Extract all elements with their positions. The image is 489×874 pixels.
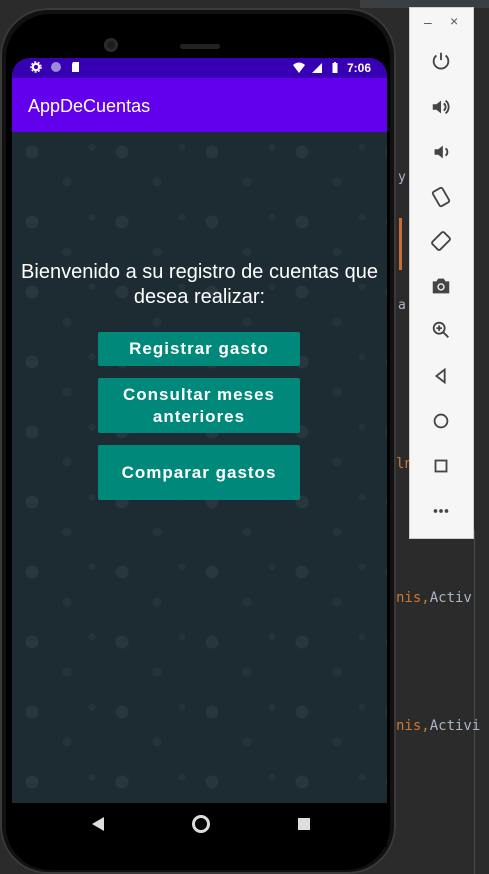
app-title: AppDeCuentas — [28, 96, 151, 116]
screenshot-button[interactable] — [426, 271, 456, 301]
back-icon[interactable] — [92, 817, 104, 831]
more-options-button[interactable] — [426, 496, 456, 526]
emulator-back-button[interactable] — [426, 361, 456, 391]
volume-down-button[interactable] — [426, 137, 456, 167]
navigation-bar — [12, 803, 387, 847]
consult-previous-months-button[interactable]: Consultar meses anteriores — [98, 378, 300, 433]
rotate-left-button[interactable] — [426, 182, 456, 212]
clock-time: 7:06 — [346, 61, 371, 75]
rotate-right-icon — [431, 231, 451, 251]
emulator-home-button[interactable] — [426, 406, 456, 436]
signal-icon — [311, 63, 322, 73]
minimize-icon[interactable]: – — [424, 14, 432, 30]
battery-icon — [332, 62, 338, 73]
volume-down-icon — [434, 145, 449, 159]
recents-icon[interactable] — [298, 818, 310, 830]
compare-expenses-button[interactable]: Comparar gastos — [98, 445, 300, 500]
ide-guide-line — [474, 530, 475, 874]
back-icon — [434, 367, 446, 385]
earpiece — [180, 44, 220, 49]
sd-card-icon — [72, 62, 79, 72]
zoom-icon — [432, 321, 449, 338]
volume-up-button[interactable] — [426, 92, 456, 122]
ide-code-fragment: a — [398, 298, 406, 313]
emulator-panel: – × — [409, 7, 474, 539]
phone-screen: 7:06 AppDeCuentas Bienvenido a su regist… — [12, 58, 387, 803]
rotate-right-button[interactable] — [426, 226, 456, 256]
camera-icon — [432, 278, 450, 294]
front-camera — [104, 38, 118, 52]
power-icon — [432, 52, 450, 70]
app-bar: AppDeCuentas — [12, 78, 387, 132]
volume-up-icon — [432, 99, 450, 115]
power-button[interactable] — [426, 46, 456, 76]
rotate-left-icon — [431, 186, 451, 208]
ide-code-line: nis,Activi — [396, 718, 481, 734]
status-bar: 7:06 — [12, 58, 387, 78]
overview-icon — [434, 459, 448, 473]
close-icon[interactable]: × — [450, 13, 458, 29]
register-expense-button[interactable]: Registrar gasto — [98, 332, 300, 366]
welcome-text: Bienvenido a su registro de cuentas que … — [21, 261, 378, 308]
ide-marker — [399, 218, 402, 270]
zoom-button[interactable] — [426, 315, 456, 345]
settings-icon — [30, 61, 42, 73]
emulator-overview-button[interactable] — [426, 451, 456, 481]
home-icon — [433, 413, 449, 429]
home-icon[interactable] — [192, 815, 210, 833]
wifi-icon — [292, 62, 305, 73]
circle-icon — [51, 62, 61, 72]
ide-code-fragment: y — [398, 170, 406, 185]
ide-code-line: nis,Activ — [396, 590, 472, 606]
more-icon — [433, 509, 449, 513]
